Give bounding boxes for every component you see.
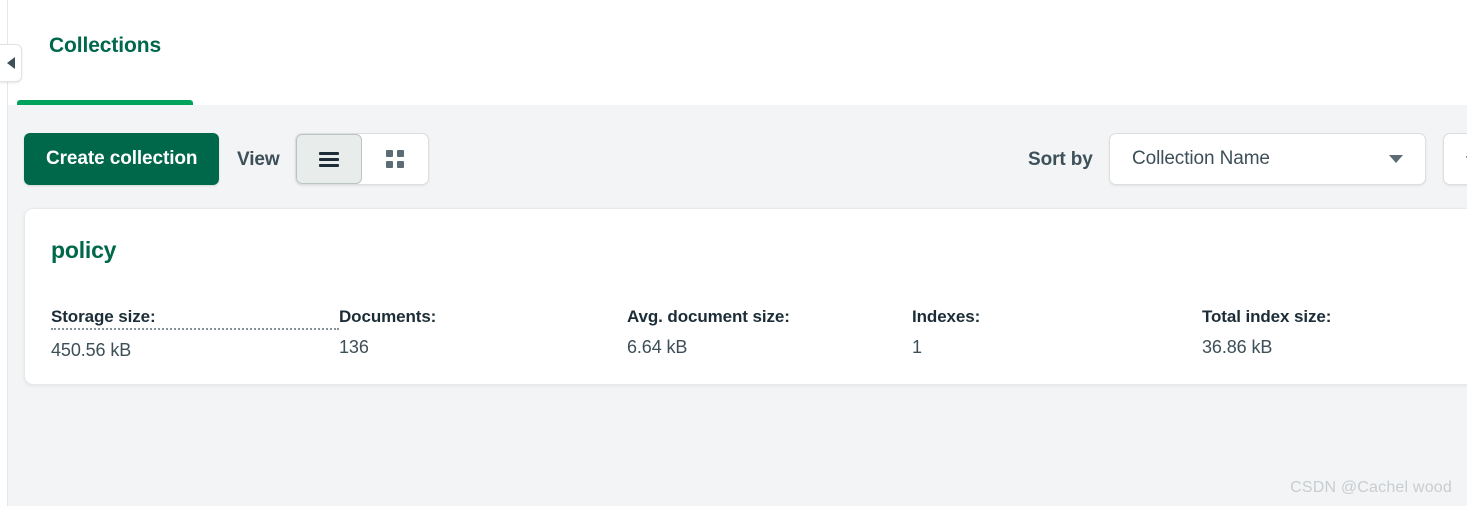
content-area: Create collection View Sort by Collectio… (9, 105, 1467, 506)
collection-card[interactable]: policy Storage size: 450.56 kB Documents… (24, 208, 1467, 385)
stat-label: Indexes: (912, 307, 981, 326)
stat-label: Storage size: (51, 307, 339, 330)
stat-value: 136 (339, 337, 369, 357)
stat-value: 36.86 kB (1202, 337, 1273, 357)
create-collection-button[interactable]: Create collection (24, 133, 220, 185)
list-view-icon (319, 151, 339, 167)
stat-value: 450.56 kB (51, 340, 132, 360)
chevron-down-icon (1389, 155, 1403, 163)
view-mode-list-button[interactable] (296, 134, 363, 184)
stat-total-index-size: Total index size: 36.86 kB (1202, 307, 1331, 361)
sort-by-select[interactable]: Collection Name (1109, 133, 1426, 185)
view-mode-toggle[interactable] (295, 133, 429, 185)
stat-indexes: Indexes: 1 (912, 307, 1202, 361)
stat-storage-size: Storage size: 450.56 kB (51, 307, 339, 361)
sort-direction-button[interactable]: ↑ (1443, 133, 1467, 185)
grid-view-icon (386, 150, 404, 168)
stat-label: Total index size: (1202, 307, 1332, 326)
tab-collections[interactable]: Collections (17, 0, 193, 105)
stat-label: Documents: (339, 307, 437, 326)
watermark: CSDN @Cachel wood (1290, 479, 1452, 496)
sort-by-label: Sort by (1028, 149, 1093, 170)
sidebar-collapse-button[interactable] (0, 44, 22, 82)
stat-documents: Documents: 136 (339, 307, 627, 361)
chevron-left-icon (7, 57, 15, 69)
stat-avg-document-size: Avg. document size: 6.64 kB (627, 307, 912, 361)
view-label: View (237, 149, 280, 170)
arrow-up-icon: ↑ (1463, 146, 1467, 172)
header-bar: Collections (8, 0, 1467, 105)
sort-by-value: Collection Name (1132, 148, 1270, 169)
collection-stats: Storage size: 450.56 kB Documents: 136 A… (51, 307, 1467, 361)
stat-value: 1 (912, 337, 922, 357)
stat-label: Avg. document size: (627, 307, 790, 326)
collections-toolbar: Create collection View Sort by Collectio… (9, 105, 1467, 203)
view-mode-grid-button[interactable] (362, 134, 428, 184)
stat-value: 6.64 kB (627, 337, 688, 357)
page-title: Collections (48, 33, 162, 57)
collection-name-link[interactable]: policy (51, 237, 116, 264)
